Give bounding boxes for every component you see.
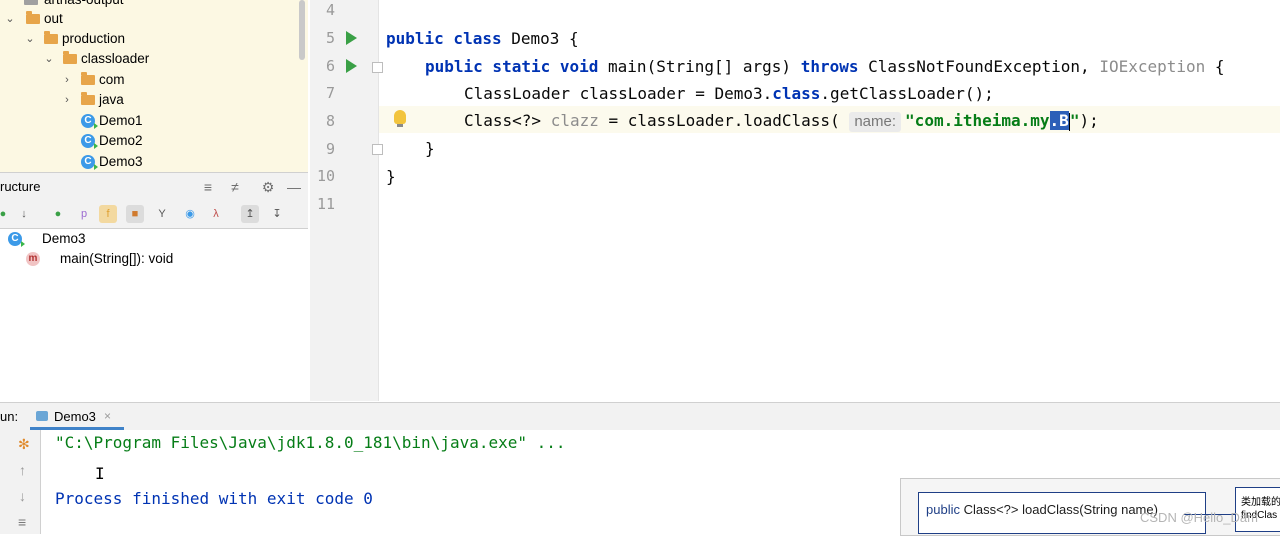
- show-lambdas-filter-icon[interactable]: Y: [153, 205, 171, 223]
- arrow-up-icon[interactable]: ↑: [19, 462, 26, 478]
- fold-marker-icon[interactable]: [372, 62, 383, 73]
- show-inherited-icon[interactable]: ●: [49, 205, 67, 223]
- lightbulb-icon[interactable]: [394, 110, 406, 127]
- line-number: 5: [325, 29, 335, 47]
- rerun-icon[interactable]: ✻: [18, 436, 30, 453]
- line-number: 7: [325, 84, 335, 102]
- tree-item-label: Demo1: [99, 113, 143, 128]
- collapse-all-icon[interactable]: ≠: [227, 179, 243, 195]
- folder-icon: [26, 11, 40, 24]
- code-line-9: }: [425, 139, 435, 158]
- structure-class-label: Demo3: [42, 231, 86, 246]
- code-line-7: ClassLoader classLoader = Demo3.class.ge…: [464, 84, 994, 103]
- text-cursor-icon: I: [95, 464, 105, 483]
- close-icon[interactable]: ×: [104, 409, 111, 423]
- tab-label: Demo3: [54, 409, 96, 424]
- class-icon: C: [81, 134, 98, 149]
- code-line-10: }: [386, 167, 396, 186]
- tree-item-label: classloader: [81, 51, 150, 66]
- run-panel-header: un: Demo3 ×: [0, 402, 1280, 431]
- folder-icon: [81, 92, 95, 105]
- structure-title: ructure: [0, 179, 41, 194]
- class-icon: C: [81, 114, 98, 129]
- expand-all-icon[interactable]: ≡: [200, 179, 216, 195]
- tree-item-label: out: [44, 11, 63, 26]
- tree-item-label: Demo2: [99, 133, 143, 148]
- autoscroll-to-source-icon[interactable]: ↥: [241, 205, 259, 223]
- folder-icon: [81, 72, 95, 85]
- chevron-down-icon[interactable]: ⌄: [4, 9, 16, 29]
- tree-item-label: com: [99, 72, 125, 87]
- soft-wrap-icon[interactable]: ≡: [18, 514, 26, 530]
- line-number: 4: [325, 1, 335, 19]
- structure-tree: C Demo3 m main(String[]): void: [0, 229, 308, 401]
- code-line-5: public class Demo3 {: [386, 29, 579, 48]
- gear-icon[interactable]: ⚙: [260, 179, 276, 195]
- tree-item-label: Demo3: [99, 154, 143, 169]
- method-icon: m: [26, 252, 40, 266]
- chevron-right-icon[interactable]: ›: [61, 70, 73, 90]
- minimize-icon[interactable]: —: [286, 179, 302, 195]
- tree-item-label: production: [62, 31, 126, 46]
- run-config-icon: [36, 411, 48, 421]
- editor-gutter: 4 5 6 7 8 9 10 11: [310, 0, 383, 401]
- folder-icon: [24, 0, 38, 5]
- console-line: "C:\Program Files\Java\jdk1.8.0_181\bin\…: [55, 433, 566, 452]
- autoscroll-from-source-icon[interactable]: ↧: [268, 205, 286, 223]
- tab-demo3[interactable]: Demo3 ×: [30, 403, 124, 430]
- line-number: 8: [325, 112, 335, 130]
- line-number: 6: [325, 57, 335, 75]
- chevron-down-icon[interactable]: ⌄: [43, 49, 55, 69]
- run-class-icon[interactable]: [346, 31, 357, 45]
- tree-item-label: java: [99, 92, 124, 107]
- console-line: Process finished with exit code 0: [55, 489, 373, 508]
- arrow-down-icon[interactable]: ↓: [19, 488, 26, 504]
- lambda-icon[interactable]: λ: [207, 205, 225, 223]
- sort-alpha-icon[interactable]: ↓: [15, 205, 33, 223]
- folder-icon: [63, 51, 77, 64]
- code-line-6: public static void main(String[] args) t…: [425, 57, 1225, 76]
- code-editor[interactable]: 4 5 6 7 8 9 10 11 public class Demo3 { p…: [310, 0, 1280, 401]
- folder-icon: [44, 31, 58, 44]
- line-number: 10: [316, 167, 335, 185]
- code-line-8: Class<?> clazz = classLoader.loadClass( …: [464, 111, 1099, 132]
- show-properties-icon[interactable]: p: [75, 205, 93, 223]
- class-icon: C: [81, 155, 98, 170]
- project-tree-panel: arthas-output ⌄ out ⌄ production ⌄ class…: [0, 0, 308, 172]
- parameter-hint: name:: [849, 112, 902, 132]
- show-fields-icon[interactable]: f: [99, 205, 117, 223]
- line-number: 11: [316, 195, 335, 213]
- class-icon: C: [8, 232, 25, 247]
- watermark: CSDN @Hello_Dam: [1140, 510, 1258, 525]
- fold-marker-icon[interactable]: [372, 144, 383, 155]
- structure-panel-header: ructure ≡ ≠ ⚙ —: [0, 172, 308, 201]
- structure-method-label: main(String[]): void: [60, 251, 174, 266]
- selected-text: .B: [1049, 111, 1069, 130]
- show-non-public-icon[interactable]: ■: [126, 205, 144, 223]
- scrollbar[interactable]: [299, 0, 305, 60]
- run-side-toolbar: ✻ ↑ ↓ ≡: [0, 430, 41, 534]
- chevron-right-icon[interactable]: ›: [61, 90, 73, 110]
- run-label: un:: [0, 409, 19, 424]
- anonymous-class-icon[interactable]: ◉: [181, 205, 199, 223]
- structure-toolbar: ● ↓ ● p f ■ Y ◉ λ ↥ ↧: [0, 200, 308, 229]
- chevron-down-icon[interactable]: ⌄: [24, 29, 36, 49]
- line-number: 9: [325, 140, 335, 158]
- sort-by-type-icon[interactable]: ●: [0, 205, 12, 223]
- run-main-icon[interactable]: [346, 59, 357, 73]
